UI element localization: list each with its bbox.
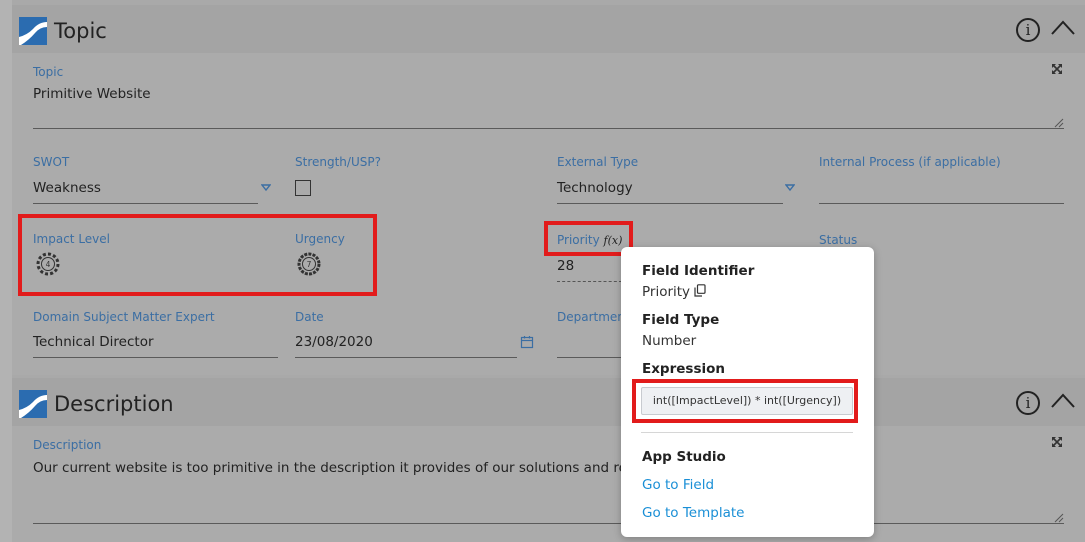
copy-icon[interactable] [694,284,706,297]
internal-process-input[interactable] [819,203,1064,204]
external-type-underline [557,203,783,204]
description-label: Description [33,438,102,452]
priority-underline [557,281,622,282]
description-input[interactable]: Our current website is too primitive in … [33,460,644,476]
strength-checkbox[interactable] [295,180,311,196]
swot-label: SWOT [33,155,70,169]
resize-handle-icon[interactable] [1054,118,1064,128]
info-icon[interactable]: i [1016,18,1040,42]
external-type-label: External Type [557,155,639,169]
description-underline [33,523,1064,524]
topic-label: Topic [33,65,64,79]
section-title: Topic [54,19,107,43]
date-underline [295,357,517,358]
highlight-priority-label [544,221,633,256]
swot-select[interactable]: Weakness [33,180,101,196]
topic-input[interactable]: Primitive Website [33,86,151,102]
chevron-up-icon[interactable] [1050,391,1076,411]
expression-heading: Expression [642,361,725,377]
domain-expert-label: Domain Subject Matter Expert [33,310,215,324]
date-input[interactable]: 23/08/2020 [295,334,373,350]
highlight-expression [632,379,858,423]
field-identifier-heading: Field Identifier [642,263,755,279]
go-to-template-link[interactable]: Go to Template [642,505,744,521]
highlight-impact-urgency [18,214,377,296]
go-to-field-link[interactable]: Go to Field [642,477,714,493]
info-icon[interactable]: i [1016,391,1040,415]
department-input[interactable] [557,357,621,358]
app-logo-icon [19,17,47,45]
section-title: Description [54,392,174,416]
domain-expert-input[interactable]: Technical Director [33,334,154,350]
topic-section-header[interactable]: Topic i [12,5,1085,53]
dropdown-arrow-icon[interactable] [261,184,271,192]
topic-underline [33,128,1064,129]
field-type-heading: Field Type [642,312,720,328]
description-section-header[interactable]: Description i [12,378,1085,426]
record-form: Topic i Topic Primitive Website SWOT Wea… [12,0,1085,542]
description-section-body: Description Our current website is too p… [12,426,1085,542]
expand-icon[interactable] [1051,63,1063,75]
dropdown-arrow-icon[interactable] [785,184,795,192]
priority-value: 28 [557,258,575,274]
swot-underline [33,203,258,204]
external-type-select[interactable]: Technology [557,180,633,196]
field-info-popup: Field Identifier Priority Field Type Num… [621,247,874,537]
expand-icon[interactable] [1051,436,1063,448]
status-label: Status [819,233,858,247]
app-studio-heading: App Studio [642,449,726,465]
internal-process-label: Internal Process (if applicable) [819,155,1001,169]
app-logo-icon [19,390,47,418]
resize-handle-icon[interactable] [1054,513,1064,523]
field-type-value: Number [642,333,697,349]
field-identifier-value: Priority [642,284,706,300]
date-label: Date [295,310,324,324]
domain-expert-underline [33,357,278,358]
chevron-up-icon[interactable] [1050,18,1076,38]
popup-divider [641,432,853,433]
department-label: Department [557,310,630,324]
field-identifier-text: Priority [642,284,691,300]
calendar-icon[interactable] [520,335,534,349]
strength-label: Strength/USP? [295,155,381,169]
